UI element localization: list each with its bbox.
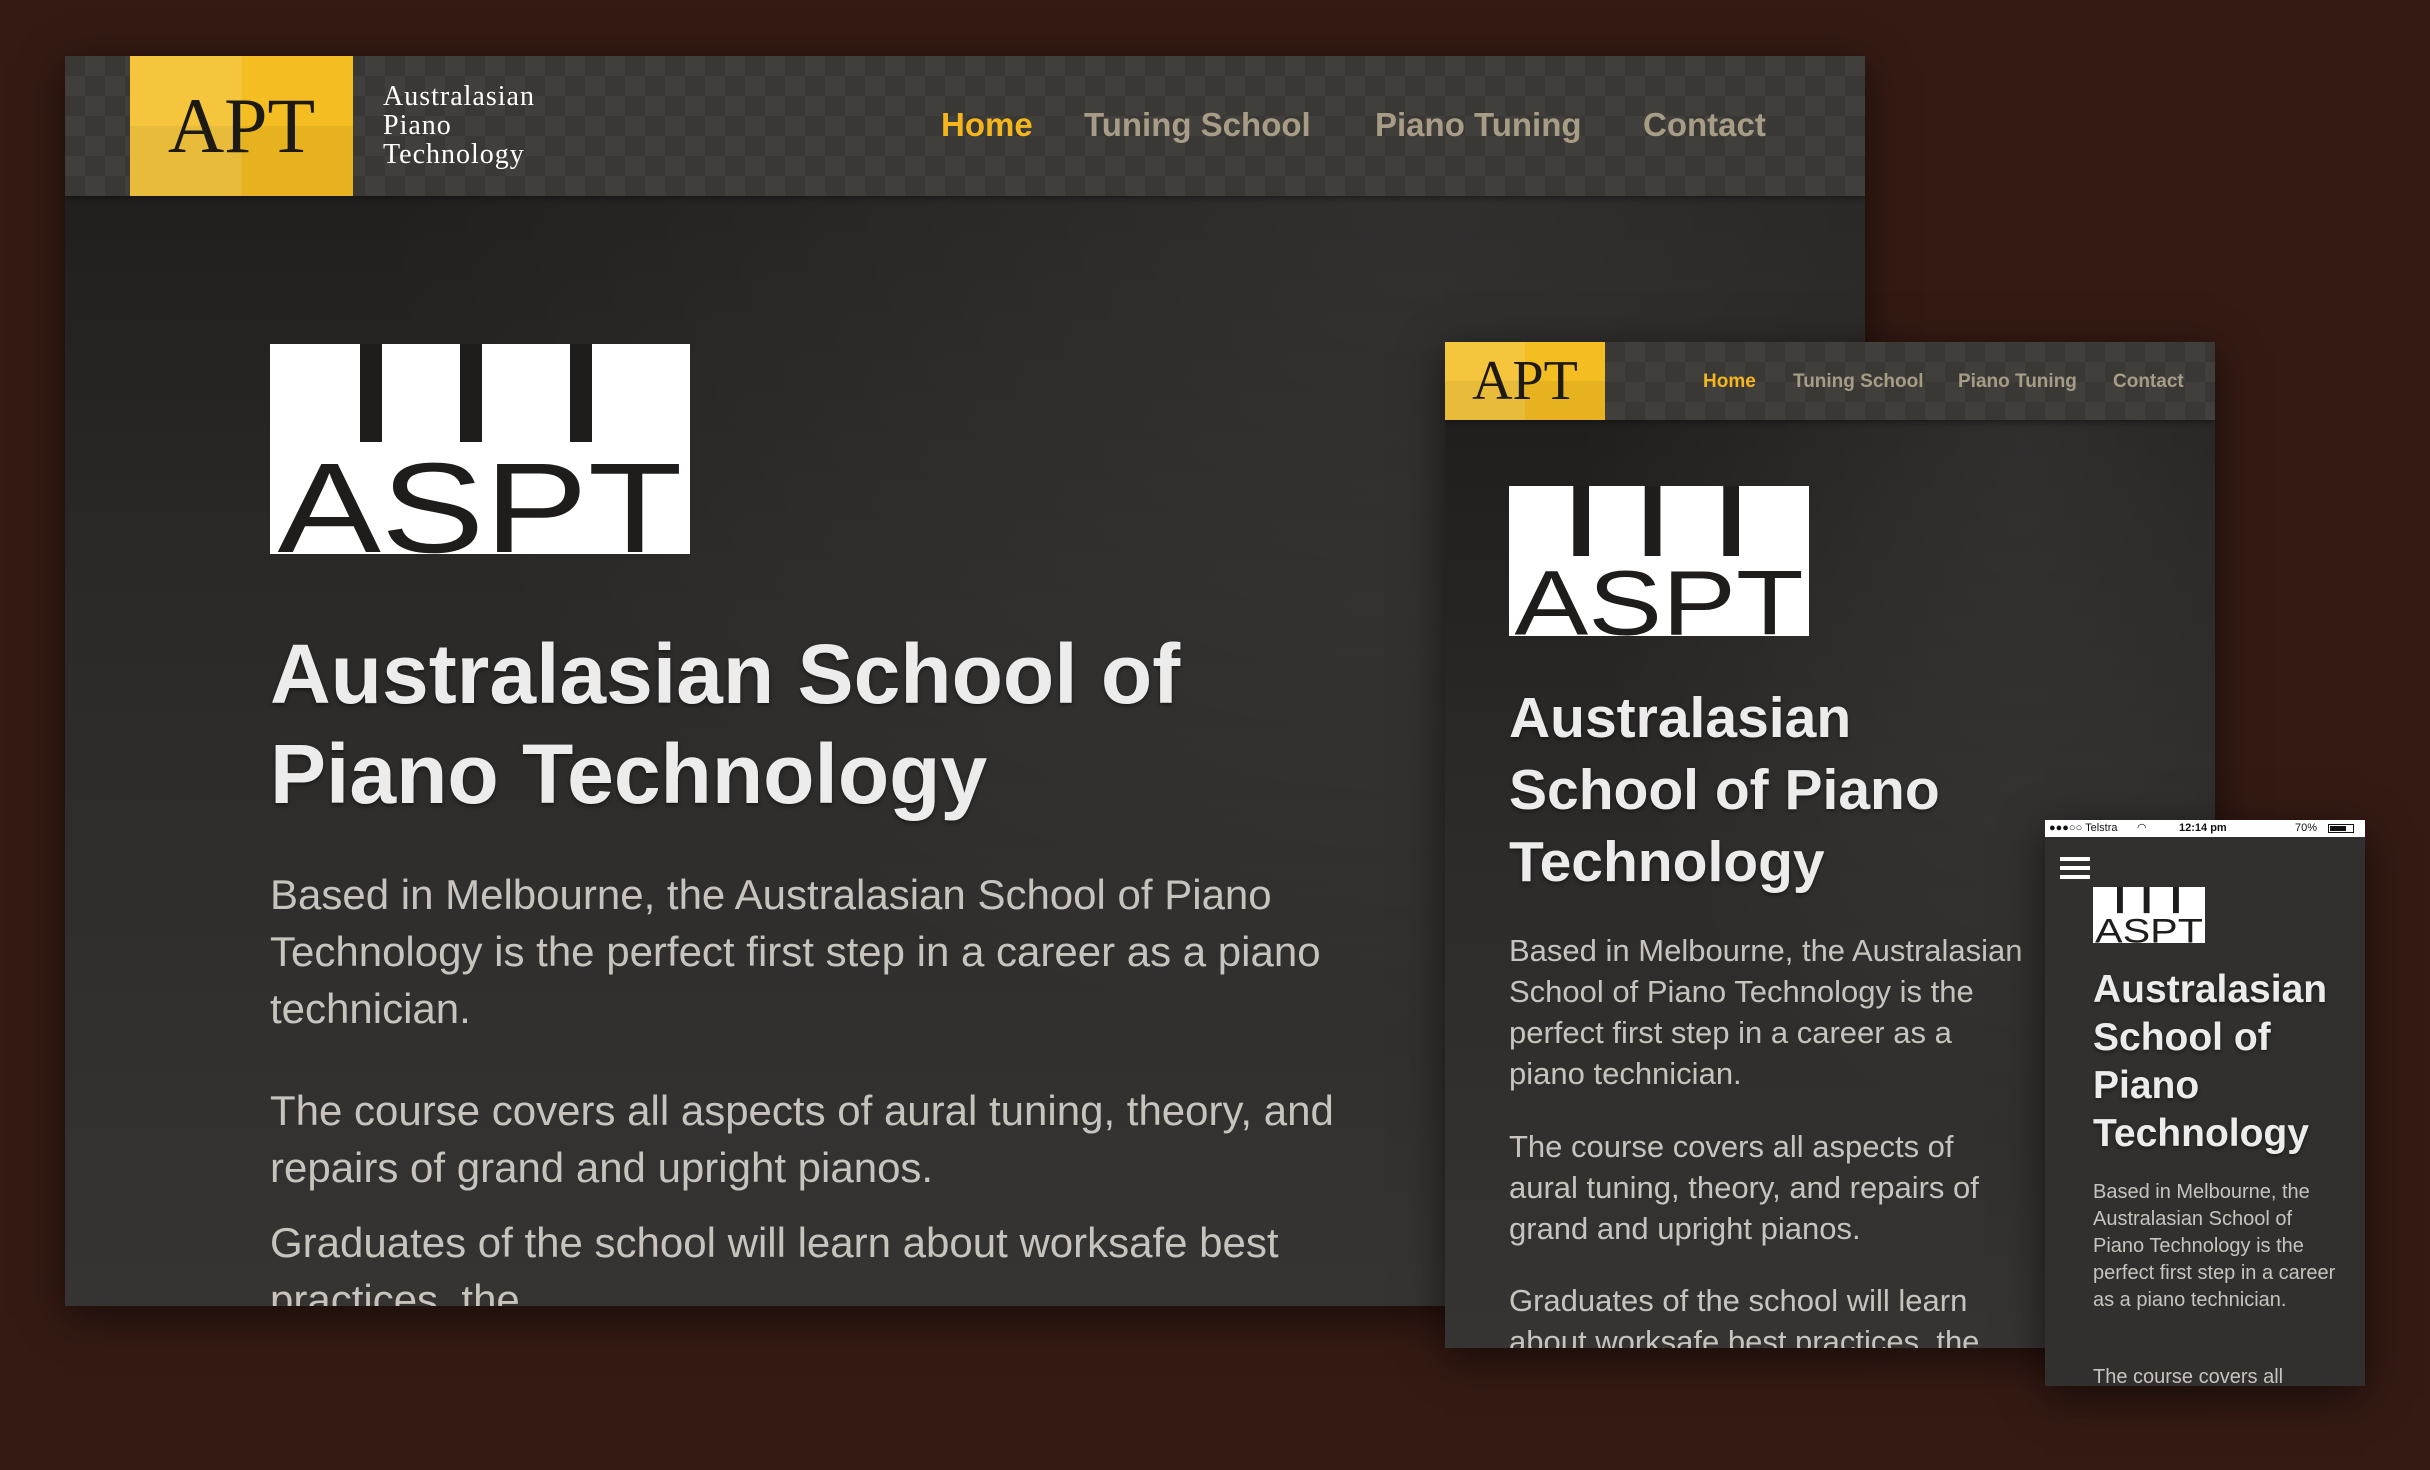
nav-contact[interactable]: Contact (2113, 371, 2184, 393)
apt-logo[interactable]: APT (130, 56, 353, 196)
nav-home[interactable]: Home (941, 106, 1033, 144)
nav-tuning-school[interactable]: Tuning School (1084, 106, 1311, 144)
logo-name-line: Technology (383, 139, 525, 170)
intro-paragraph: Based in Melbourne, the Australasian Sch… (1509, 933, 2023, 1091)
nav-tuning-school[interactable]: Tuning School (1793, 371, 1924, 393)
aspt-logo-text: ASPT (278, 437, 683, 554)
status-time: 12:14 pm (2179, 822, 2227, 834)
graduates-paragraph: Graduates of the school will learn about… (270, 1219, 1279, 1306)
aspt-logo: ASPT (1509, 486, 1809, 636)
aspt-logo-text: ASPT (2095, 912, 2203, 943)
apt-logo[interactable]: APT (1445, 342, 1605, 420)
phone-preview: ●●●○○ Telstra ◠ 12:14 pm 70% ASPT Austra… (2045, 820, 2365, 1386)
desktop-navbar: APT Australasian Piano Technology Home T… (65, 56, 1865, 196)
nav-contact[interactable]: Contact (1643, 106, 1766, 144)
nav-piano-tuning[interactable]: Piano Tuning (1375, 106, 1582, 144)
aspt-logo: ASPT (270, 344, 690, 554)
aspt-logo: ASPT (2093, 887, 2205, 943)
page-title: Australasian School of Piano Technology (270, 627, 1181, 821)
course-paragraph: The course covers all aspects of aural t… (270, 1087, 1334, 1191)
nav-piano-tuning[interactable]: Piano Tuning (1958, 371, 2077, 393)
page-title: Australasian School of Piano Technology (2093, 968, 2328, 1155)
logo-name-line: Australasian (383, 81, 535, 112)
course-paragraph: The course covers all aspects of aural t… (2093, 1366, 2284, 1386)
intro-paragraph: Based in Melbourne, the Australasian Sch… (270, 871, 1321, 1032)
apt-logo-text: APT (1472, 350, 1578, 412)
wifi-icon: ◠ (2137, 822, 2147, 834)
battery-percent: 70% (2295, 822, 2318, 834)
status-bar: ●●●○○ Telstra ◠ 12:14 pm 70% (2045, 820, 2365, 837)
page-title: Australasian School of Piano Technology (1509, 686, 1940, 894)
graduates-paragraph: Graduates of the school will learn about… (1509, 1283, 1980, 1348)
logo-name-line: Piano (383, 110, 452, 141)
battery-icon (2328, 824, 2354, 833)
course-paragraph: The course covers all aspects of aural t… (1509, 1129, 1979, 1246)
nav-home[interactable]: Home (1703, 371, 1756, 393)
apt-logo-name: Australasian Piano Technology (383, 82, 535, 169)
apt-logo-text: APT (167, 82, 316, 169)
carrier-label: ●●●○○ Telstra (2049, 822, 2118, 834)
intro-paragraph: Based in Melbourne, the Australasian Sch… (2093, 1181, 2336, 1311)
tablet-navbar: APT Home Tuning School Piano Tuning Cont… (1445, 342, 2215, 420)
aspt-logo-text: ASPT (1514, 553, 1803, 636)
hamburger-icon[interactable] (2060, 857, 2090, 879)
